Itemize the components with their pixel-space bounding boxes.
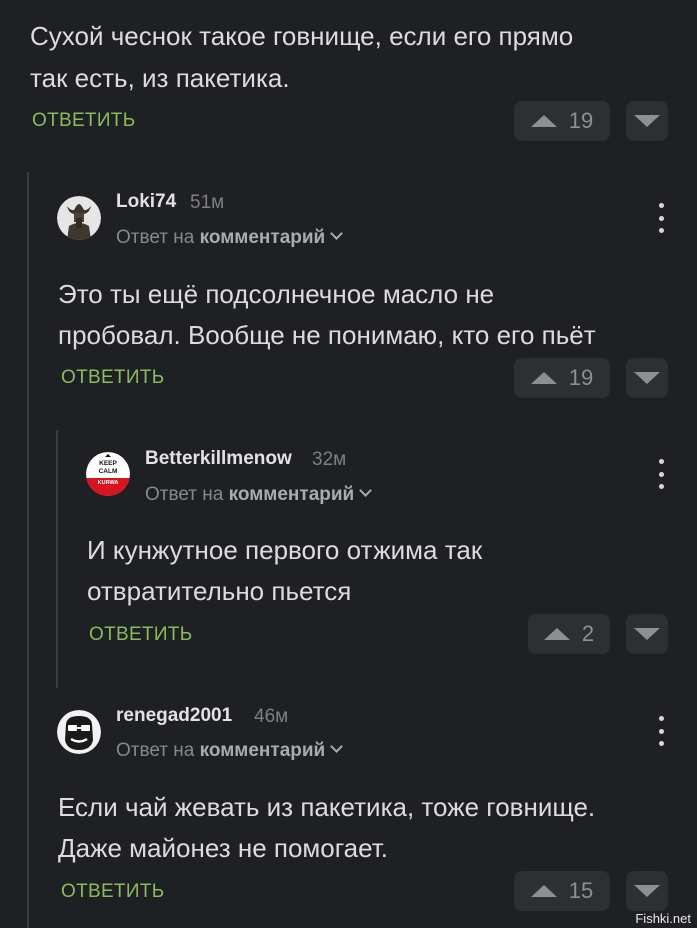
- rating-count: 19: [568, 108, 594, 133]
- upvote-button[interactable]: 2: [528, 614, 610, 654]
- kebab-menu-icon[interactable]: [651, 203, 671, 233]
- reply-button[interactable]: ОТВЕТИТЬ: [32, 110, 135, 132]
- avatar[interactable]: [57, 710, 101, 754]
- triangle-down-icon: [634, 628, 660, 640]
- triangle-up-icon: [543, 628, 570, 640]
- comment-text-line: Это ты ещё подсолнечное масло не: [58, 279, 495, 309]
- comment-text-line: Сухой чеснок такое говнище, если его пря…: [30, 21, 574, 51]
- comment-time: 51м: [190, 192, 225, 213]
- avatar-text: KEEP: [99, 460, 117, 467]
- downvote-button[interactable]: [626, 358, 668, 398]
- rating-count: 19: [568, 365, 594, 390]
- thread-line-level1: [27, 172, 29, 928]
- triangle-down-icon: [634, 115, 660, 127]
- triangle-up-icon: [530, 372, 557, 384]
- chevron-down-icon[interactable]: [359, 484, 373, 497]
- avatar[interactable]: KEEP CALM KURWA: [86, 452, 130, 496]
- reply-to-prefix: Ответ на: [145, 484, 224, 505]
- username[interactable]: Loki74: [116, 191, 176, 213]
- reply-to-info[interactable]: Ответ на комментарий: [116, 740, 344, 762]
- kebab-menu-icon[interactable]: [651, 716, 671, 746]
- downvote-button[interactable]: [626, 871, 668, 911]
- comment-text-line: Даже майонез не помогает.: [58, 833, 388, 863]
- chevron-down-icon[interactable]: [330, 227, 344, 240]
- triangle-up-icon: [530, 115, 557, 127]
- comment-time: 32м: [312, 449, 347, 470]
- avatar[interactable]: [57, 196, 101, 240]
- avatar-text: KURWA: [98, 480, 119, 486]
- comment-text-line: отвратительно пьется: [87, 576, 352, 606]
- comment-text-line: И кунжутное первого отжима так: [87, 535, 483, 565]
- username[interactable]: Betterkillmenow: [145, 448, 292, 470]
- comment-text-line: пробовал. Вообще не понимаю, кто его пьё…: [58, 320, 596, 350]
- kebab-menu-icon[interactable]: [651, 459, 671, 489]
- reply-to-link[interactable]: комментарий: [200, 740, 326, 761]
- triangle-up-icon: [530, 885, 557, 897]
- reply-button[interactable]: ОТВЕТИТЬ: [89, 624, 192, 646]
- rating-count: 2: [581, 621, 595, 646]
- comment-text-line: Если чай жевать из пакетика, тоже говнищ…: [58, 792, 596, 822]
- reply-to-prefix: Ответ на: [116, 227, 195, 248]
- watermark: Fishki.net: [635, 911, 691, 926]
- horned-helmet-avatar-icon: [57, 196, 101, 240]
- avatar-text: CALM: [99, 468, 118, 475]
- comment-text-line: так есть, из пакетика.: [30, 63, 290, 93]
- keep-calm-avatar-icon: KEEP CALM KURWA: [86, 452, 130, 496]
- gorilla-glasses-avatar-icon: [57, 710, 101, 754]
- reply-to-link[interactable]: комментарий: [229, 484, 355, 505]
- reply-to-info[interactable]: Ответ на комментарий: [116, 227, 344, 249]
- reply-button[interactable]: ОТВЕТИТЬ: [61, 367, 164, 389]
- rating-count: 15: [568, 878, 594, 903]
- username[interactable]: renegad2001: [116, 705, 232, 727]
- thread-line-level2: [56, 430, 58, 688]
- comment-time: 46м: [254, 706, 289, 727]
- upvote-button[interactable]: 19: [514, 358, 610, 398]
- downvote-button[interactable]: [626, 101, 668, 141]
- reply-button[interactable]: ОТВЕТИТЬ: [61, 881, 164, 903]
- triangle-down-icon: [634, 885, 660, 897]
- reply-to-info[interactable]: Ответ на комментарий: [145, 484, 373, 506]
- reply-to-prefix: Ответ на: [116, 740, 195, 761]
- upvote-button[interactable]: 15: [514, 871, 610, 911]
- downvote-button[interactable]: [626, 614, 668, 654]
- upvote-button[interactable]: 19: [514, 101, 610, 141]
- triangle-down-icon: [634, 372, 660, 384]
- reply-to-link[interactable]: комментарий: [200, 227, 326, 248]
- chevron-down-icon[interactable]: [330, 740, 344, 753]
